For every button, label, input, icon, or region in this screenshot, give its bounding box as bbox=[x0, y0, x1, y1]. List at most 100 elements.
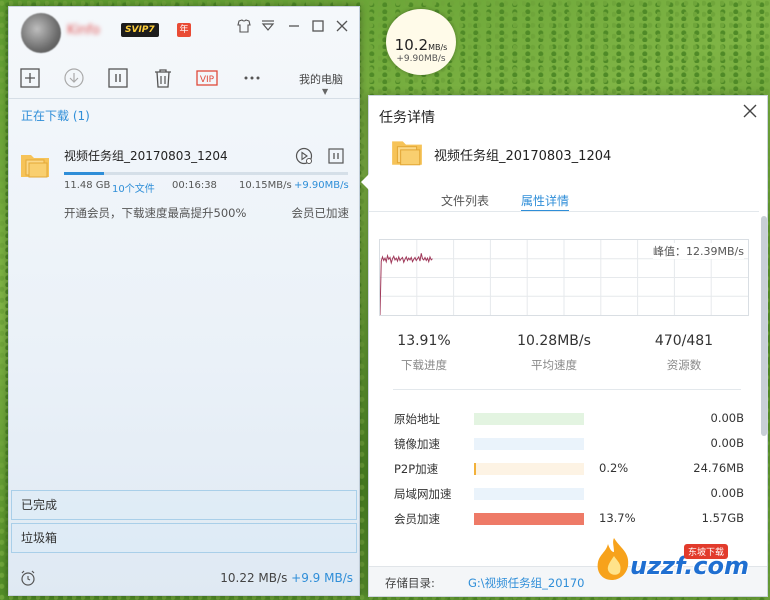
source-bar-fill bbox=[474, 463, 477, 475]
source-row-origin: 原始地址 0.00B bbox=[394, 411, 744, 427]
task-pause-icon[interactable] bbox=[327, 147, 345, 165]
year-badge[interactable]: 年 bbox=[177, 23, 191, 37]
bubble-speed: 10.2MB/s bbox=[386, 36, 456, 54]
stat-resources-label: 资源数 bbox=[666, 358, 702, 372]
stats-divider bbox=[393, 389, 741, 390]
peak-speed: 峰值：12.39MB/s bbox=[653, 243, 744, 259]
stat-avg-speed-value: 10.28MB/s bbox=[517, 333, 591, 349]
source-pct: 0.2% bbox=[599, 461, 629, 475]
details-title: 任务详情 bbox=[379, 110, 435, 126]
delete-icon[interactable] bbox=[152, 67, 174, 89]
speed-graph: 峰值：12.39MB/s bbox=[379, 239, 749, 316]
source-size: 0.00B bbox=[710, 436, 745, 450]
bubble-speed-unit: MB/s bbox=[428, 43, 448, 52]
title-bar: Kinfo SVIP7 年 bbox=[9, 7, 359, 55]
source-row-mirror: 镜像加速 0.00B bbox=[394, 436, 744, 452]
source-pct: 13.7% bbox=[599, 511, 636, 525]
storage-path-link[interactable]: G:\视频任务组_20170 bbox=[468, 575, 585, 591]
site-watermark: uzzf.com 东坡下载 bbox=[592, 530, 762, 586]
bubble-boost: +9.90MB/s bbox=[396, 54, 446, 64]
details-folder-icon bbox=[390, 135, 424, 169]
stat-avg-speed-label: 平均速度 bbox=[531, 358, 577, 372]
avatar[interactable] bbox=[21, 13, 61, 53]
my-pc-dropdown[interactable]: 我的电脑 ▼ bbox=[299, 71, 343, 96]
panel-pointer bbox=[361, 174, 369, 190]
pause-icon[interactable] bbox=[107, 67, 129, 89]
source-name: 局域网加速 bbox=[394, 487, 452, 501]
source-size: 0.00B bbox=[710, 411, 745, 425]
maximize-icon[interactable] bbox=[309, 18, 327, 36]
svip-badge[interactable]: SVIP7 bbox=[121, 23, 159, 37]
new-task-icon[interactable] bbox=[19, 67, 41, 89]
task-row[interactable]: 视频任务组_20170803_1204 11.48 GB 10个文件 00:16… bbox=[9, 139, 359, 229]
details-close-icon[interactable] bbox=[741, 102, 759, 120]
stat-progress-label: 下载进度 bbox=[401, 358, 447, 372]
source-row-p2p: P2P加速 0.2% 24.76MB bbox=[394, 461, 744, 477]
start-download-icon[interactable] bbox=[63, 67, 85, 89]
source-name: 镜像加速 bbox=[394, 437, 440, 451]
play-icon[interactable] bbox=[295, 147, 313, 165]
source-bar-fill bbox=[474, 513, 584, 525]
more-icon[interactable] bbox=[241, 67, 263, 89]
watermark-tag: 东坡下载 bbox=[684, 544, 729, 559]
alarm-clock-icon[interactable] bbox=[19, 569, 37, 587]
task-time: 00:16:38 bbox=[172, 180, 217, 191]
source-row-lan: 局域网加速 0.00B bbox=[394, 486, 744, 502]
flame-logo-icon bbox=[597, 538, 629, 580]
source-row-vip: 会员加速 13.7% 1.57GB bbox=[394, 511, 744, 527]
task-speed: 10.15MB/s bbox=[239, 180, 292, 191]
source-name: P2P加速 bbox=[394, 462, 439, 476]
section-downloading[interactable]: 正在下载 (1) bbox=[21, 107, 90, 124]
task-boost: +9.90MB/s bbox=[294, 180, 349, 191]
source-bar bbox=[474, 513, 584, 525]
source-bar bbox=[474, 488, 584, 500]
source-bar bbox=[474, 413, 584, 425]
chevron-down-icon: ▼ bbox=[322, 87, 329, 96]
nav-trash[interactable]: 垃圾箱 bbox=[11, 523, 357, 553]
source-name: 会员加速 bbox=[394, 512, 440, 526]
progress-fill bbox=[64, 172, 104, 175]
source-size: 24.76MB bbox=[693, 461, 744, 475]
source-bar bbox=[474, 463, 584, 475]
bubble-speed-value: 10.2 bbox=[394, 36, 429, 54]
folder-icon bbox=[19, 149, 51, 181]
speed-line bbox=[380, 253, 433, 315]
speed-floating-ball[interactable]: 10.2MB/s +9.90MB/s bbox=[386, 9, 456, 75]
minimize-icon[interactable] bbox=[285, 18, 303, 36]
task-size: 11.48 GB bbox=[64, 180, 111, 191]
scrollbar-thumb[interactable] bbox=[761, 216, 767, 436]
menu-icon[interactable] bbox=[259, 18, 277, 36]
storage-label: 存储目录: bbox=[385, 576, 435, 590]
stat-resources: 470/481 资源数 bbox=[629, 333, 739, 373]
task-details-panel: 任务详情 视频任务组_20170803_1204 文件列表 属性详情 峰值：12… bbox=[361, 95, 768, 597]
vip-icon[interactable]: VIP bbox=[196, 67, 218, 89]
source-size: 0.00B bbox=[710, 486, 745, 500]
tab-divider bbox=[369, 211, 759, 212]
skin-icon[interactable] bbox=[235, 18, 253, 36]
stat-progress-value: 13.91% bbox=[397, 333, 451, 349]
progress-bar bbox=[64, 172, 348, 175]
stat-avg-speed: 10.28MB/s 平均速度 bbox=[499, 333, 609, 373]
tab-file-list[interactable]: 文件列表 bbox=[441, 192, 489, 212]
details-task-name: 视频任务组_20170803_1204 bbox=[434, 149, 612, 164]
task-files-link[interactable]: 10个文件 bbox=[112, 180, 155, 195]
stat-resources-value: 470/481 bbox=[654, 333, 714, 349]
my-pc-label: 我的电脑 bbox=[299, 73, 343, 86]
status-footer: 10.22 MB/s +9.9 MB/s bbox=[9, 561, 359, 595]
source-size: 1.57GB bbox=[701, 511, 744, 525]
source-bar bbox=[474, 438, 584, 450]
details-scrollbar[interactable] bbox=[761, 216, 767, 561]
footer-boost-value: +9.9 MB/s bbox=[291, 571, 353, 585]
tab-properties[interactable]: 属性详情 bbox=[521, 192, 570, 212]
toolbar: VIP 我的电脑 ▼ bbox=[9, 59, 359, 99]
nav-completed[interactable]: 已完成 bbox=[11, 490, 357, 520]
stat-progress: 13.91% 下载进度 bbox=[369, 333, 479, 373]
promo-text[interactable]: 开通会员，下载速度最高提升500% bbox=[64, 205, 246, 221]
source-name: 原始地址 bbox=[394, 412, 440, 426]
vip-status: 会员已加速 bbox=[291, 206, 350, 220]
footer-speed-value: 10.22 MB/s bbox=[220, 571, 288, 585]
close-icon[interactable] bbox=[333, 18, 351, 36]
svg-text:VIP: VIP bbox=[200, 75, 215, 85]
username[interactable]: Kinfo bbox=[67, 23, 100, 38]
main-window: Kinfo SVIP7 年 VIP 我的电脑 ▼ 正在下载 (1) 视频任务组_… bbox=[8, 6, 360, 596]
